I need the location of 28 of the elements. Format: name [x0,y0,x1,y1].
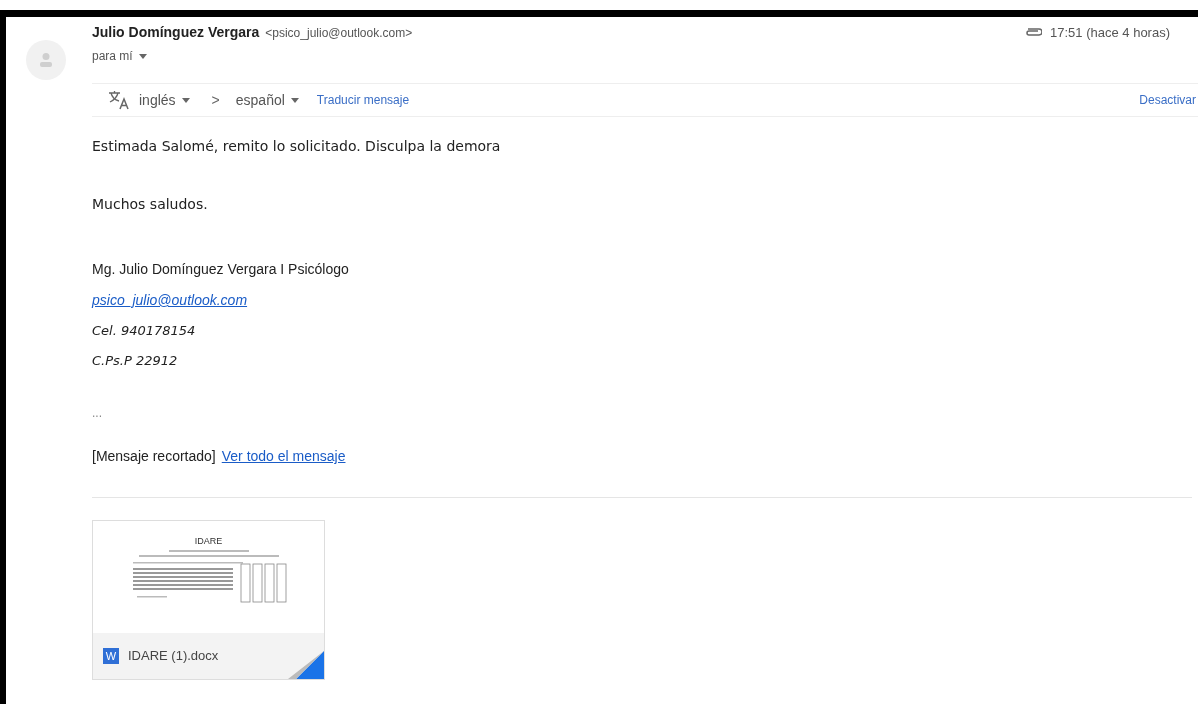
signature-text: C.Ps.P 22912 [92,351,178,370]
person-icon [39,52,53,68]
show-trimmed-button[interactable]: ... [92,404,102,422]
signature-text: Cel. 940178154 [92,322,196,340]
page-corner-icon [288,651,324,679]
message-text: Muchos saludos. [92,195,208,214]
recipient-dropdown[interactable]: para mí [92,47,147,65]
message-text: Estimada Salomé, remito lo solicitado. Disculpa la demora [92,137,501,156]
sender-email: <psico_julio@outlook.com> [265,25,413,42]
sender-name: Julio Domínguez Vergara [92,23,260,42]
attachment-filename: IDARE (1).docx [128,647,219,666]
trimmed-notice: [Mensaje recortado] [92,447,216,466]
target-language-dropdown[interactable]: español [235,89,299,111]
email-link[interactable]: psico_julio@outlook.com [92,290,248,311]
caret-icon [181,97,190,103]
signature-text: Mg. Julio Domínguez Vergara I Psicólogo [92,260,349,279]
word-file-icon: W [103,648,119,664]
source-language-dropdown[interactable]: inglés [139,89,190,111]
view-all-link[interactable]: Ver todo el mensaje [221,446,346,467]
caret-icon [138,53,147,59]
preview-title: IDARE [194,537,223,546]
disable-link[interactable]: Desactivar [1139,91,1196,109]
translate-link[interactable]: Traducir mensaje [316,91,410,109]
message-time: 17:51 (hace 4 horas) [1050,24,1170,43]
caret-icon [290,97,299,103]
arrow-separator: > [211,90,220,110]
translate-icon [108,90,130,110]
attachment-card[interactable]: IDARE W IDARE (1).docx [92,520,325,680]
